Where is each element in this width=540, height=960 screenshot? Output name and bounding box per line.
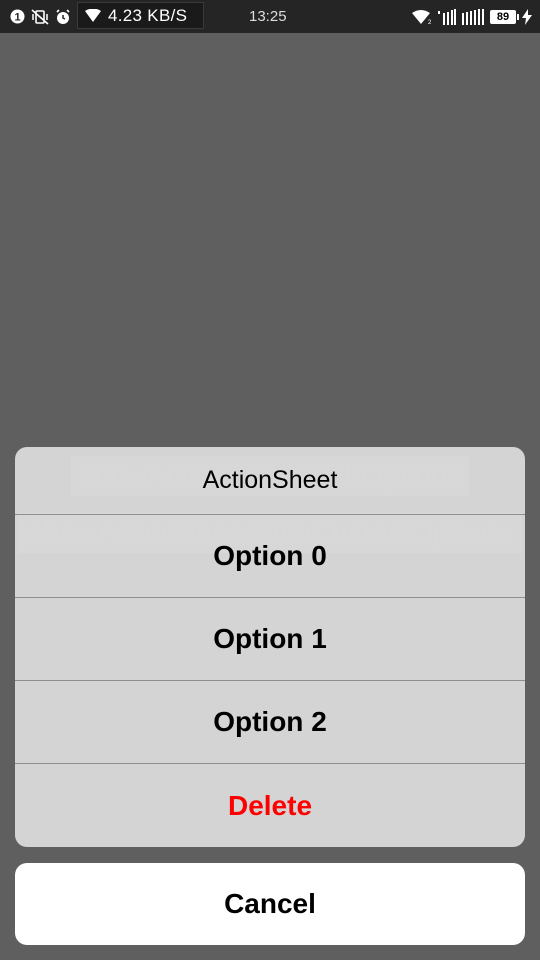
network-speed-text: 4.23 KB/S — [108, 5, 188, 25]
network-speed-indicator: 4.23 KB/S — [77, 2, 204, 29]
status-bar-left: 1 — [10, 0, 71, 33]
charging-icon — [522, 8, 532, 25]
action-sheet-title: ActionSheet — [15, 447, 525, 515]
action-sheet: ActionSheet Option 0 Option 1 Option 2 D… — [15, 447, 525, 847]
wifi-icon — [78, 9, 108, 22]
svg-text:2: 2 — [428, 20, 432, 24]
status-bar-right: 2 89 — [412, 0, 532, 33]
status-bar-time: 13:25 — [249, 8, 287, 25]
status-bar: 1 4.23 KB/S 13:25 2 89 — [0, 0, 540, 33]
option-1-button[interactable]: Option 1 — [15, 598, 525, 681]
alarm-icon — [55, 8, 71, 25]
vibrate-off-icon — [31, 8, 49, 25]
svg-text:1: 1 — [14, 12, 20, 24]
battery-icon: 89 — [490, 9, 519, 24]
wifi-icon: 2 — [412, 9, 432, 24]
option-0-button[interactable]: Option 0 — [15, 515, 525, 598]
cancel-button[interactable]: Cancel — [15, 863, 525, 945]
notification-badge-icon: 1 — [10, 9, 25, 24]
signal-icon — [438, 8, 456, 25]
delete-button[interactable]: Delete — [15, 764, 525, 847]
option-2-button[interactable]: Option 2 — [15, 681, 525, 764]
signal-icon — [462, 8, 484, 25]
